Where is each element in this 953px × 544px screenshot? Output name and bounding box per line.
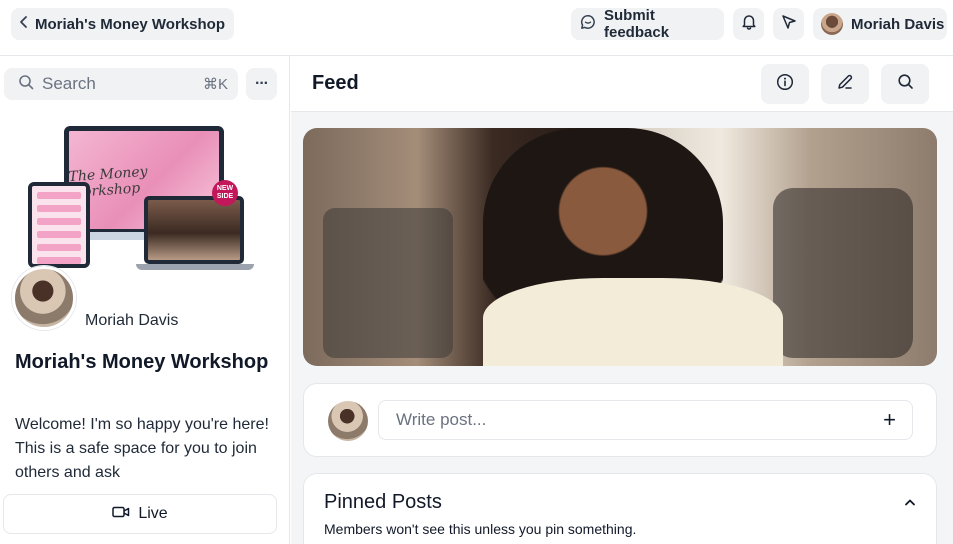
sidebar: Search ⌘K ··· The Money Workshop NEW SID…	[0, 56, 290, 544]
live-label: Live	[138, 505, 168, 522]
group-title: Moriah's Money Workshop	[15, 351, 269, 373]
top-bar: Moriah's Money Workshop Submit feedback …	[0, 0, 953, 56]
page-title: Feed	[312, 72, 359, 94]
search-shortcut: ⌘K	[202, 76, 228, 93]
group-banner-image	[303, 128, 937, 366]
avatar	[821, 13, 843, 35]
cover-laptop-title: The Money Workshop	[68, 163, 149, 202]
chat-bubble-icon	[580, 14, 596, 34]
compose-card: Write post... +	[303, 383, 937, 457]
cover-badge: NEW SIDE	[212, 180, 238, 206]
user-name: Moriah Davis	[851, 15, 945, 33]
messages-button[interactable]	[773, 8, 804, 40]
submit-feedback-button[interactable]: Submit feedback	[571, 7, 724, 41]
chevron-left-icon	[19, 15, 29, 33]
write-post-input[interactable]: Write post... +	[378, 400, 913, 440]
live-button[interactable]: Live	[3, 494, 277, 534]
pinned-posts-subtitle: Members won't see this unless you pin so…	[324, 521, 637, 537]
group-description: Welcome! I'm so happy you're here! This …	[15, 416, 269, 481]
banner-person-shirt	[483, 278, 783, 366]
tablet-mockup	[28, 182, 90, 268]
notifications-button[interactable]	[733, 8, 764, 40]
bell-icon	[741, 13, 757, 35]
video-camera-icon	[112, 505, 130, 524]
send-arrow-icon	[781, 14, 797, 35]
submit-feedback-label: Submit feedback	[604, 7, 670, 41]
banner-chair-right	[773, 188, 913, 358]
pinned-posts-card: Pinned Posts Members won't see this unle…	[303, 473, 937, 544]
write-post-placeholder: Write post...	[396, 410, 487, 429]
small-laptop-mockup	[144, 196, 244, 264]
owner-name[interactable]: Moriah Davis	[85, 312, 178, 330]
edit-button[interactable]	[821, 64, 869, 104]
chevron-up-icon	[904, 493, 916, 511]
search-icon	[897, 73, 914, 95]
info-button[interactable]	[761, 64, 809, 104]
main-content: Feed Write post... + Pinned Posts Member…	[291, 56, 953, 544]
search-placeholder: Search	[42, 74, 96, 93]
feed-search-button[interactable]	[881, 64, 929, 104]
small-laptop-base	[136, 264, 254, 270]
avatar	[328, 401, 368, 441]
group-cover-image: The Money Workshop NEW SIDE	[24, 124, 256, 272]
back-button-label: Moriah's Money Workshop	[35, 15, 225, 33]
search-icon	[18, 74, 34, 95]
back-to-group-button[interactable]: Moriah's Money Workshop	[11, 8, 234, 40]
owner-avatar[interactable]	[12, 266, 76, 330]
feed-header: Feed	[291, 56, 953, 112]
more-options-button[interactable]: ···	[246, 68, 277, 100]
ellipsis-icon: ···	[255, 75, 269, 92]
banner-chair-left	[323, 208, 453, 358]
user-menu-button[interactable]: Moriah Davis	[813, 8, 947, 40]
collapse-pinned-button[interactable]	[900, 492, 920, 512]
info-icon	[776, 73, 794, 96]
search-input[interactable]: Search ⌘K	[4, 68, 238, 100]
plus-icon[interactable]: +	[883, 407, 896, 433]
pencil-icon	[836, 73, 854, 96]
pinned-posts-title: Pinned Posts	[324, 491, 442, 513]
